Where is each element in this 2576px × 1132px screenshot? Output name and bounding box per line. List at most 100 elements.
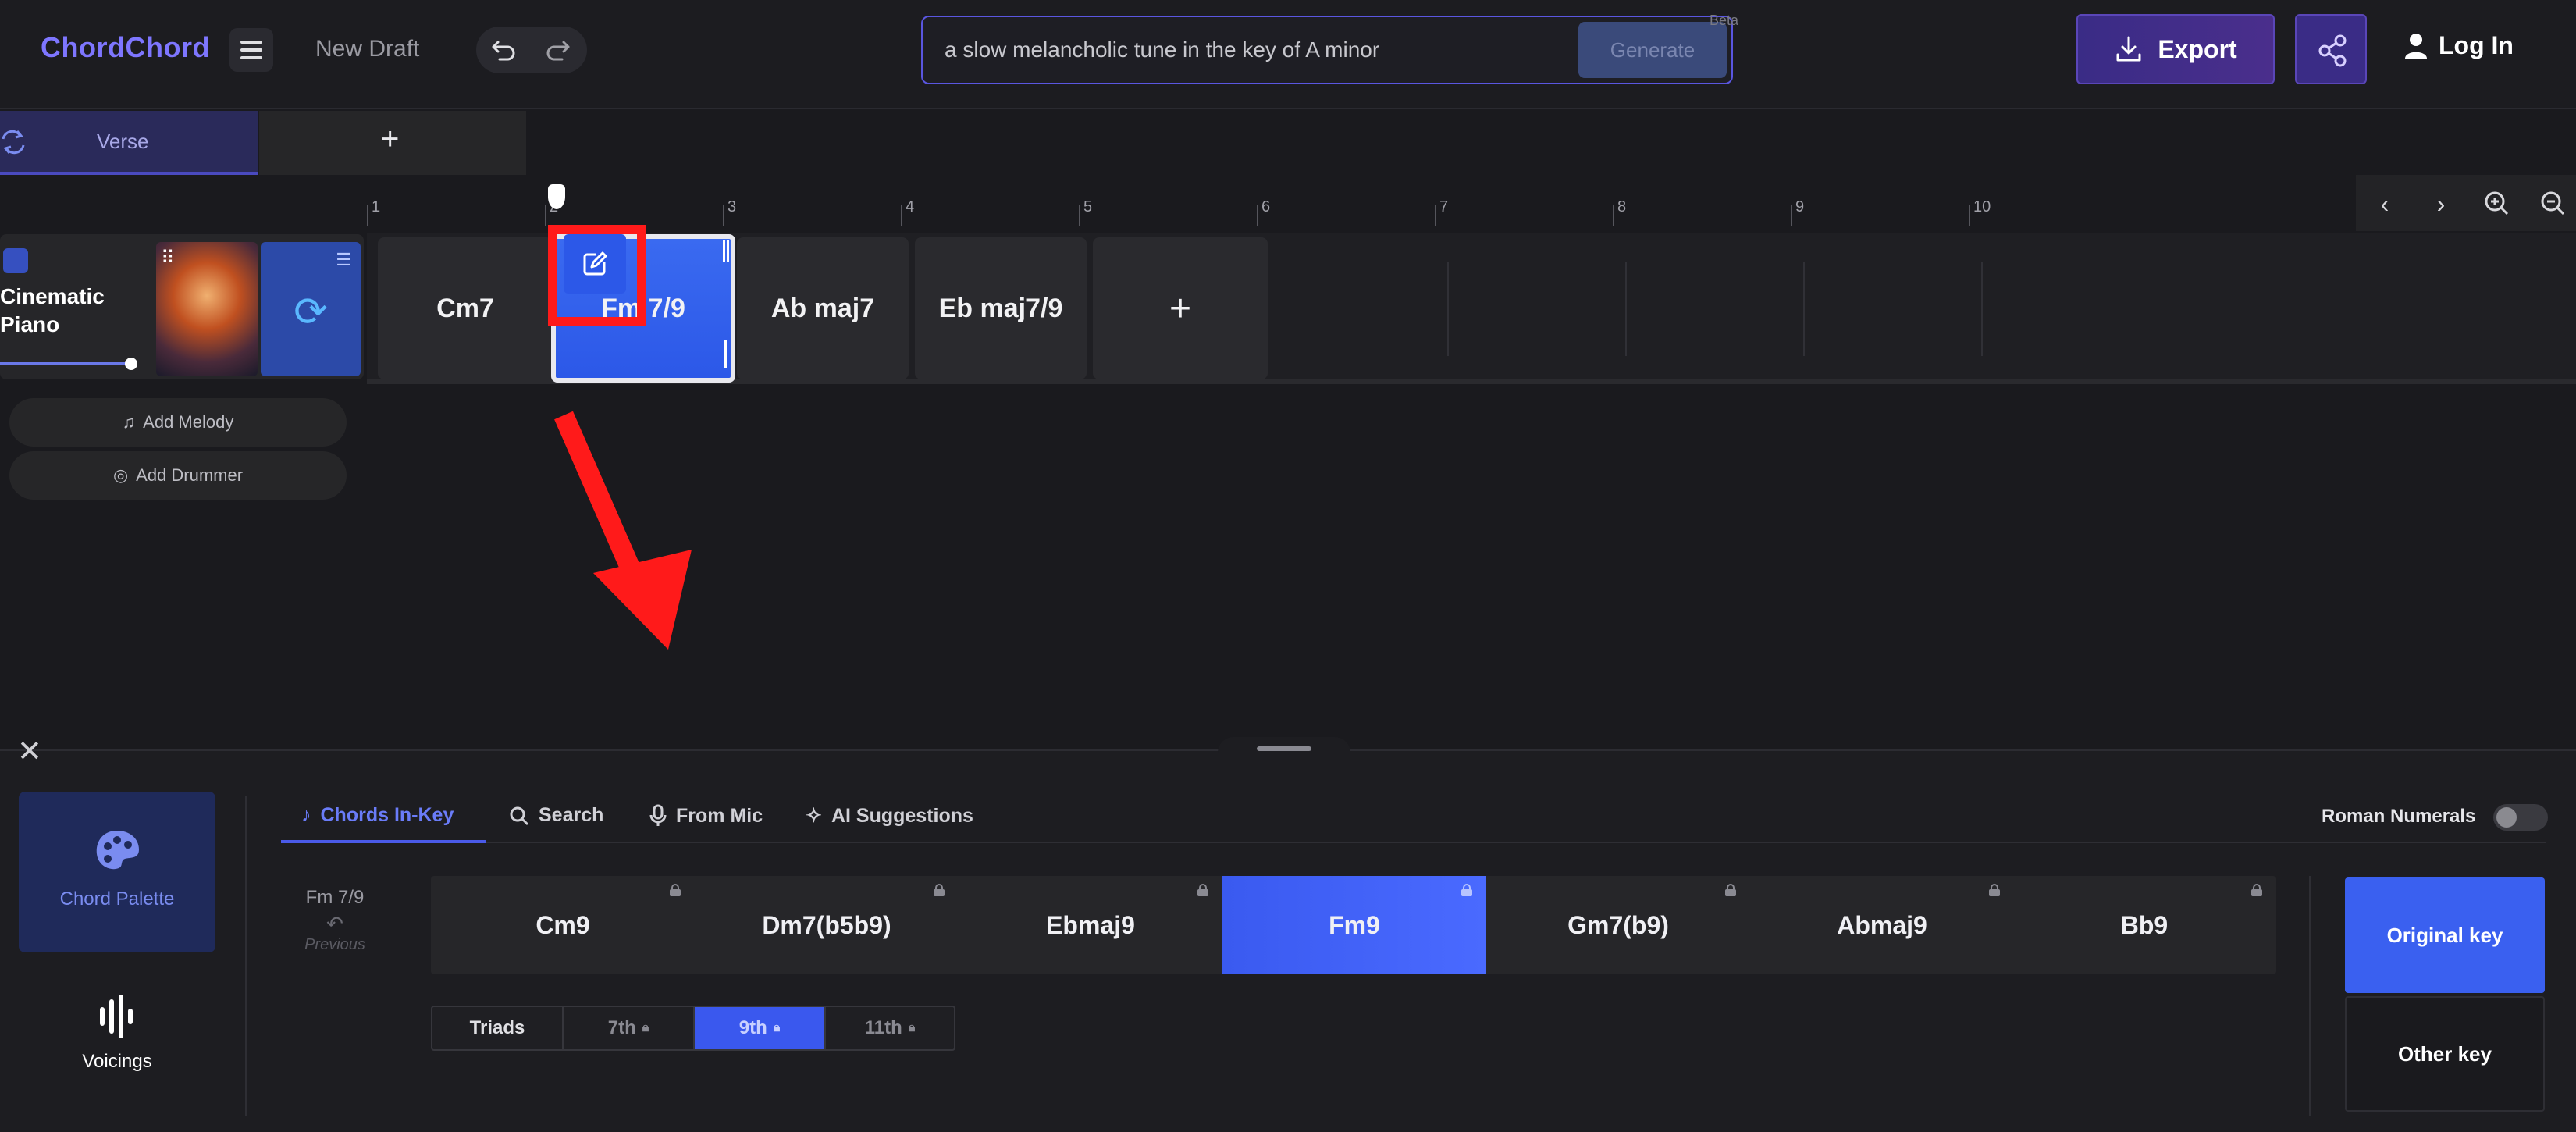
voicings-icon — [100, 995, 133, 1038]
volume-slider[interactable] — [0, 362, 131, 365]
panel-divider — [245, 796, 247, 1116]
scroll-right-icon[interactable]: › — [2421, 184, 2460, 223]
extension-option[interactable]: 7th 🔒︎ — [564, 1007, 695, 1049]
section-tab-verse[interactable]: Verse — [0, 111, 258, 175]
in-key-chord-selected[interactable]: Fm9 — [1222, 876, 1486, 974]
ruler-tick-label: 8 — [1617, 198, 1627, 215]
ruler-tick-label: 6 — [1261, 198, 1271, 215]
back-icon[interactable]: ↶ — [292, 912, 378, 936]
annotation-arrow — [554, 411, 692, 650]
tab-from-mic[interactable]: From Mic — [649, 804, 763, 828]
draft-title[interactable]: New Draft — [315, 36, 419, 62]
swap-instrument-button[interactable]: ☰ ⟳ — [261, 242, 361, 376]
previous-label[interactable]: Previous — [292, 936, 378, 954]
add-melody-label: Add Melody — [143, 412, 234, 432]
export-button[interactable]: Export — [2076, 14, 2275, 84]
extension-label: 11th — [864, 1017, 902, 1038]
original-key-button[interactable]: Original key — [2345, 877, 2545, 993]
lock-icon: 🔒︎ — [773, 1021, 781, 1034]
drum-icon: ◎ — [112, 465, 129, 485]
grid-line — [1803, 262, 1805, 356]
extension-selector: Triads 7th 🔒︎ 9th 🔒︎ 11th 🔒︎ — [431, 1006, 955, 1051]
loop-icon[interactable] — [0, 128, 27, 156]
timeline-ruler[interactable]: 12345678910 — [367, 187, 2350, 231]
sliders-icon[interactable]: ☰ — [336, 250, 351, 270]
menu-button[interactable] — [229, 28, 273, 72]
in-key-chord[interactable]: Cm9 — [431, 876, 695, 974]
redo-icon[interactable] — [542, 34, 573, 66]
zoom-in-icon[interactable] — [2478, 184, 2517, 223]
tab-chords-in-key[interactable]: ♪ Chords In-Key — [301, 804, 454, 827]
instrument-name: Cinematic Piano — [0, 284, 105, 336]
current-chord-name: Fm 7/9 — [305, 887, 365, 908]
extension-option[interactable]: 11th 🔒︎ — [826, 1007, 954, 1049]
resize-handle-icon[interactable] — [720, 339, 731, 370]
section-tab-label: Verse — [97, 130, 149, 153]
grid-line — [1981, 262, 1983, 356]
add-drummer-button[interactable]: ◎ Add Drummer — [9, 451, 347, 500]
lock-icon — [1989, 884, 2000, 896]
extension-option-selected[interactable]: 9th 🔒︎ — [695, 1007, 826, 1049]
chord-palette-button[interactable]: Chord Palette — [19, 792, 215, 952]
extension-option[interactable]: Triads — [432, 1007, 564, 1049]
ruler-tick — [723, 205, 724, 226]
tab-label: Chords In-Key — [320, 804, 454, 826]
chord-label: Ebmaj9 — [1046, 910, 1135, 939]
chord-label: Cm9 — [535, 910, 590, 939]
chord-block[interactable]: Eb maj7/9 — [915, 237, 1087, 379]
grid-line — [1447, 262, 1449, 356]
panel-resize-handle[interactable] — [1218, 737, 1350, 764]
tab-ai-suggestions[interactable]: ✧ AI Suggestions — [806, 804, 973, 828]
ruler-tick-label: 3 — [728, 198, 737, 215]
in-key-chord[interactable]: Bb9 — [2012, 876, 2276, 974]
close-panel-icon[interactable]: ✕ — [17, 734, 42, 769]
scroll-left-icon[interactable]: ‹ — [2365, 184, 2404, 223]
chord-block[interactable]: Ab maj7 — [737, 237, 909, 379]
grid-icon[interactable]: ⠿ — [161, 247, 175, 269]
volume-slider-handle[interactable] — [125, 358, 137, 370]
voicings-button[interactable]: Voicings — [19, 976, 215, 1101]
prompt-input[interactable] — [945, 33, 1538, 67]
plus-icon: + — [381, 122, 400, 156]
app-logo[interactable]: ChordChord — [41, 31, 210, 64]
ruler-tick-label: 9 — [1795, 198, 1805, 215]
resize-handle-icon[interactable] — [720, 237, 732, 265]
login-button[interactable]: Log In — [2404, 31, 2514, 60]
add-melody-button[interactable]: ♫ Add Melody — [9, 398, 347, 447]
current-chord-info: Fm 7/9 ↶ Previous — [292, 887, 378, 954]
chord-palette-label: Chord Palette — [59, 888, 175, 910]
chord-block[interactable]: Cm7 — [378, 237, 553, 379]
in-key-chord[interactable]: Gm7(b9) — [1486, 876, 1750, 974]
ruler-tick — [545, 205, 546, 226]
other-key-button[interactable]: Other key — [2345, 996, 2545, 1112]
in-key-chord[interactable]: Abmaj9 — [1750, 876, 2014, 974]
music-note-icon: ♫ — [122, 412, 136, 432]
ruler-tick-label: 1 — [372, 198, 381, 215]
tab-search[interactable]: Search — [509, 804, 603, 827]
beta-badge: Beta — [1710, 12, 1739, 28]
add-section-button[interactable]: + — [259, 111, 526, 175]
ruler-tick — [901, 205, 902, 226]
instrument-card[interactable]: Cinematic Piano ⠿ ☰ ⟳ — [0, 234, 364, 379]
tab-label: From Mic — [676, 804, 763, 827]
voicings-label: Voicings — [82, 1051, 152, 1072]
generate-button[interactable]: Generate — [1578, 22, 1727, 78]
lock-icon — [1197, 884, 1208, 896]
lock-icon: 🔒︎ — [642, 1021, 649, 1034]
in-key-chord[interactable]: Dm7(b5b9) — [695, 876, 959, 974]
roman-numerals-toggle[interactable] — [2493, 804, 2548, 831]
in-key-chord[interactable]: Ebmaj9 — [959, 876, 1222, 974]
palette-icon — [96, 831, 139, 870]
grid-line — [1625, 262, 1627, 356]
zoom-out-icon[interactable] — [2534, 184, 2573, 223]
add-chord-button[interactable]: + — [1093, 237, 1268, 379]
user-icon — [2405, 33, 2427, 59]
login-label: Log In — [2439, 31, 2514, 59]
folder-icon[interactable] — [3, 248, 28, 273]
refresh-icon: ⟳ — [294, 290, 328, 335]
tab-label: Search — [539, 804, 604, 826]
playhead[interactable] — [548, 184, 565, 209]
add-drummer-label: Add Drummer — [136, 465, 244, 485]
undo-icon[interactable] — [489, 34, 520, 66]
share-button[interactable] — [2295, 14, 2367, 84]
